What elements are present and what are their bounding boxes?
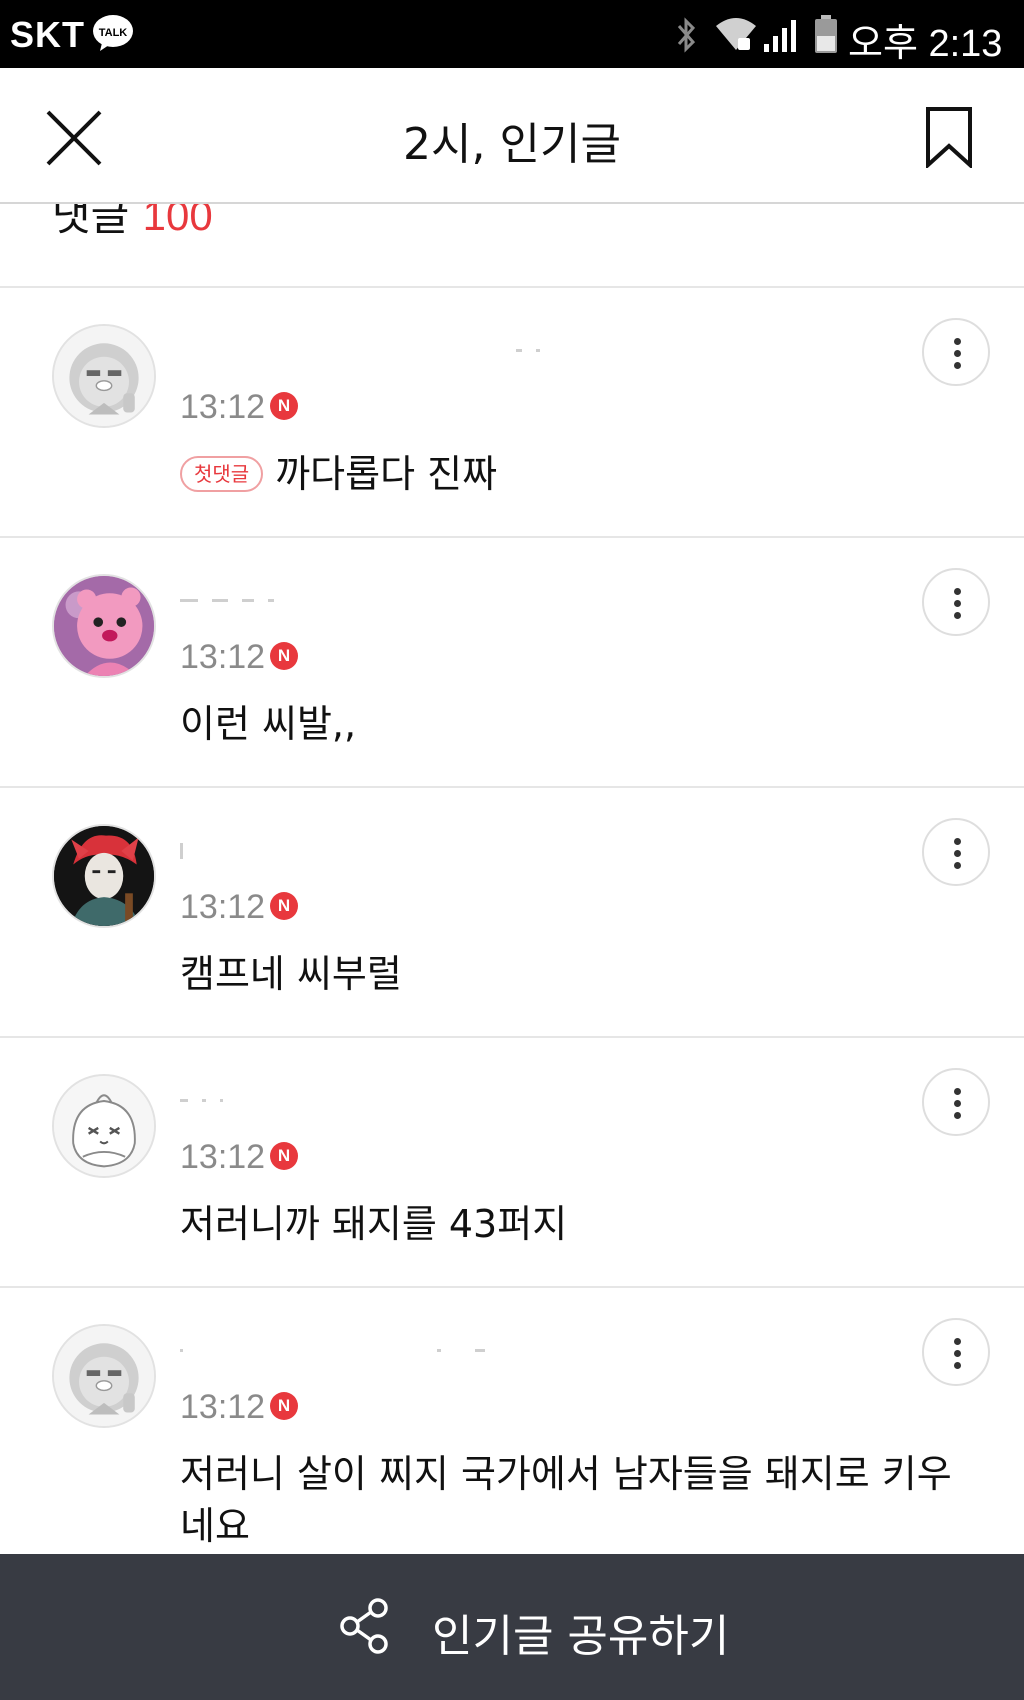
nickname-blurred — [180, 1090, 237, 1102]
more-options-button[interactable] — [922, 568, 990, 636]
comment-time: 13:12 — [180, 388, 266, 426]
share-icon — [340, 1598, 388, 1654]
new-badge: N — [270, 642, 298, 670]
new-badge: N — [270, 892, 298, 920]
status-bar: SKT TALK 오후 2:13 — [0, 0, 1024, 68]
ryan-icon[interactable] — [52, 1324, 156, 1428]
comment-item: 13:12 N 첫댓글 까다롭다 진짜 — [0, 288, 1024, 538]
comment-time: 13:12 — [180, 1138, 266, 1176]
more-options-button[interactable] — [922, 318, 990, 386]
comment-body: 까다롭다 진짜 — [275, 452, 498, 496]
apeach-icon[interactable] — [52, 1074, 156, 1178]
nickname-blurred — [180, 840, 197, 859]
comment-time: 13:12 — [180, 1388, 266, 1426]
comment-count-label: 댓글 — [52, 204, 130, 240]
new-badge: N — [270, 1142, 298, 1170]
more-options-button[interactable] — [922, 1068, 990, 1136]
kakaotalk-icon: TALK — [93, 15, 133, 51]
comment-item: 13:12 N 저러니까 돼지를 43퍼지 — [0, 1038, 1024, 1288]
comment-body: 저러니 살이 찌지 국가에서 남자들을 돼지로 키우네요 — [180, 1452, 952, 1548]
comment-item: 13:12 N 캠프네 씨부럴 — [0, 788, 1024, 1038]
comment-body: 저러니까 돼지를 43퍼지 — [180, 1202, 568, 1246]
page-title: 2시, 인기글 — [403, 119, 621, 170]
comment-text: 첫댓글 까다롭다 진짜 — [180, 448, 984, 500]
pink-bear-avatar[interactable] — [52, 574, 156, 678]
share-label: 인기글 공유하기 — [432, 1611, 730, 1662]
nickname-blurred — [180, 1340, 499, 1352]
share-button[interactable]: 인기글 공유하기 — [0, 1554, 1024, 1700]
comment-item: 13:12 N 이런 씨발,, — [0, 538, 1024, 788]
bookmark-icon[interactable] — [924, 106, 974, 168]
red-hair-person-avatar[interactable] — [52, 824, 156, 928]
app-header: 2시, 인기글 — [0, 68, 1024, 204]
nickname-blurred — [180, 590, 288, 602]
bluetooth-icon — [677, 17, 696, 53]
comment-count: 댓글 100 — [52, 204, 213, 243]
comment-body: 이런 씨발,, — [180, 702, 357, 746]
comment-time: 13:12 — [180, 638, 266, 676]
ryan-icon[interactable] — [52, 324, 156, 428]
wifi-icon — [716, 18, 756, 50]
carrier-name: SKT — [10, 14, 85, 55]
svg-text:TALK: TALK — [99, 27, 128, 39]
battery-icon — [815, 15, 837, 53]
first-comment-badge: 첫댓글 — [180, 456, 264, 492]
new-badge: N — [270, 392, 298, 420]
new-badge: N — [270, 1392, 298, 1420]
status-clock: 오후 2:13 — [848, 23, 1003, 65]
comment-time: 13:12 — [180, 888, 266, 926]
comment-body: 캠프네 씨부럴 — [180, 952, 402, 996]
more-options-button[interactable] — [922, 1318, 990, 1386]
comment-count-number: 100 — [142, 204, 213, 239]
comment-count-bar: 댓글 100 — [0, 204, 1024, 288]
signal-icon — [764, 20, 796, 52]
comment-item: 13:12 N 저러니 살이 찌지 국가에서 남자들을 돼지로 키우네요 — [0, 1288, 1024, 1554]
more-options-button[interactable] — [922, 818, 990, 886]
nickname-blurred — [180, 340, 554, 352]
